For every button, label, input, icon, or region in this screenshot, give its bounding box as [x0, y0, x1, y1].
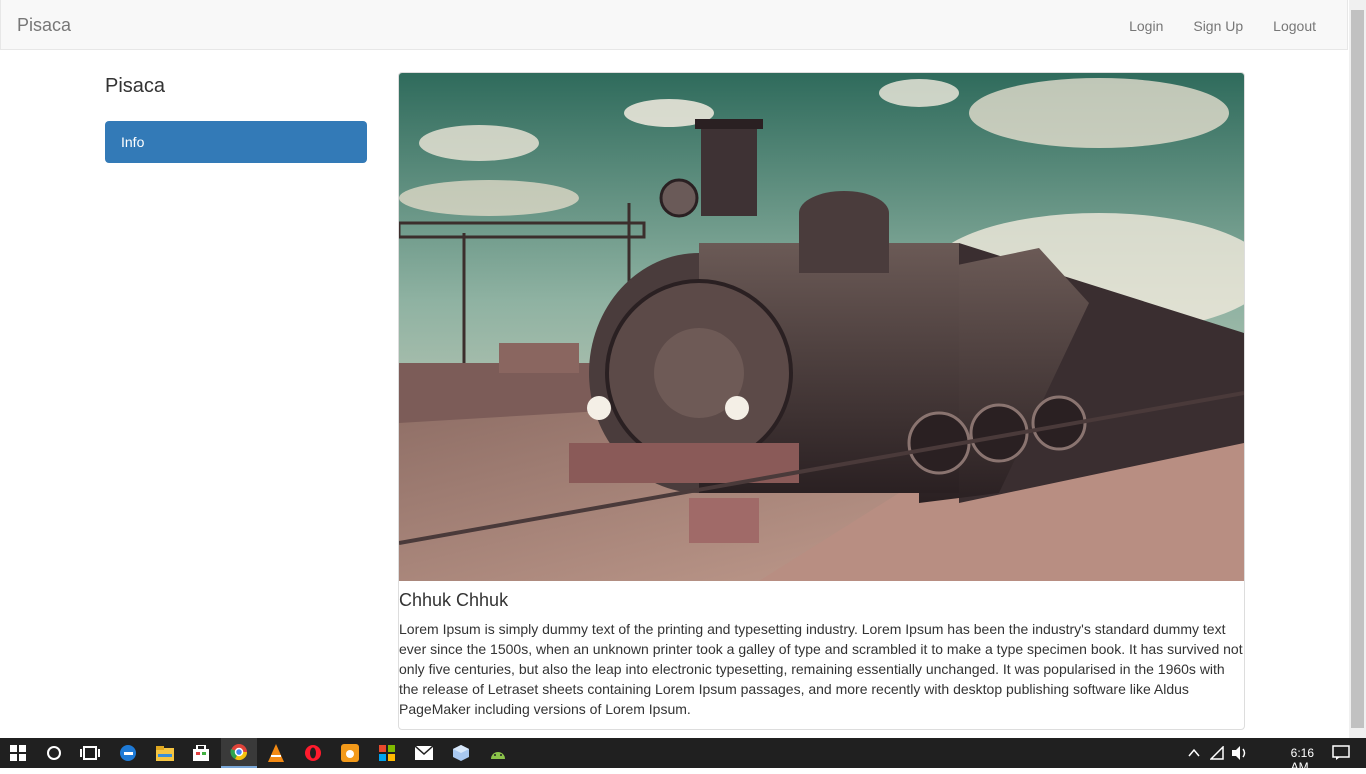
task-view-icon[interactable] [72, 738, 108, 768]
search-icon[interactable] [36, 738, 72, 768]
navbar-brand[interactable]: Pisaca [17, 15, 71, 36]
sign-up-link[interactable]: Sign Up [1178, 0, 1258, 50]
post-body: Lorem Ipsum is simply dummy text of the … [399, 621, 1243, 717]
edge-icon[interactable] [110, 738, 146, 768]
wifi-icon[interactable] [1210, 746, 1224, 760]
file-explorer-icon[interactable] [147, 738, 183, 768]
sidebar-title: Pisaca [105, 75, 166, 97]
uc-browser-icon[interactable] [332, 738, 368, 768]
vlc-icon[interactable] [258, 738, 294, 768]
steam-locomotive-photo [399, 73, 1244, 581]
opera-icon[interactable] [295, 738, 331, 768]
action-center-icon[interactable] [1332, 745, 1350, 761]
chevron-up-icon[interactable] [1188, 748, 1200, 758]
chrome-icon[interactable] [221, 738, 257, 768]
scrollbar-thumb[interactable] [1351, 10, 1364, 728]
windows-start-icon[interactable] [0, 738, 36, 768]
android-icon[interactable] [480, 738, 516, 768]
store-icon[interactable] [183, 738, 219, 768]
login-link[interactable]: Login [1114, 0, 1178, 50]
office-icon[interactable] [369, 738, 405, 768]
volume-icon[interactable] [1232, 746, 1248, 760]
post-card: Chhuk Chhuk Lorem Ipsum is simply dummy … [398, 72, 1245, 730]
navbar-links: Login Sign Up Logout [1114, 0, 1331, 50]
sidebar-item-info[interactable]: Info [105, 121, 367, 163]
app-box-icon[interactable] [443, 738, 479, 768]
mail-icon[interactable] [406, 738, 442, 768]
taskbar-clock[interactable]: 6:16 AM [1291, 746, 1314, 774]
windows-taskbar: 6:16 AM [0, 738, 1366, 774]
post-title: Chhuk Chhuk [399, 590, 509, 610]
page-scrollbar[interactable] [1349, 0, 1366, 738]
top-navbar: Pisaca Login Sign Up Logout [0, 0, 1348, 50]
logout-link[interactable]: Logout [1258, 0, 1331, 50]
